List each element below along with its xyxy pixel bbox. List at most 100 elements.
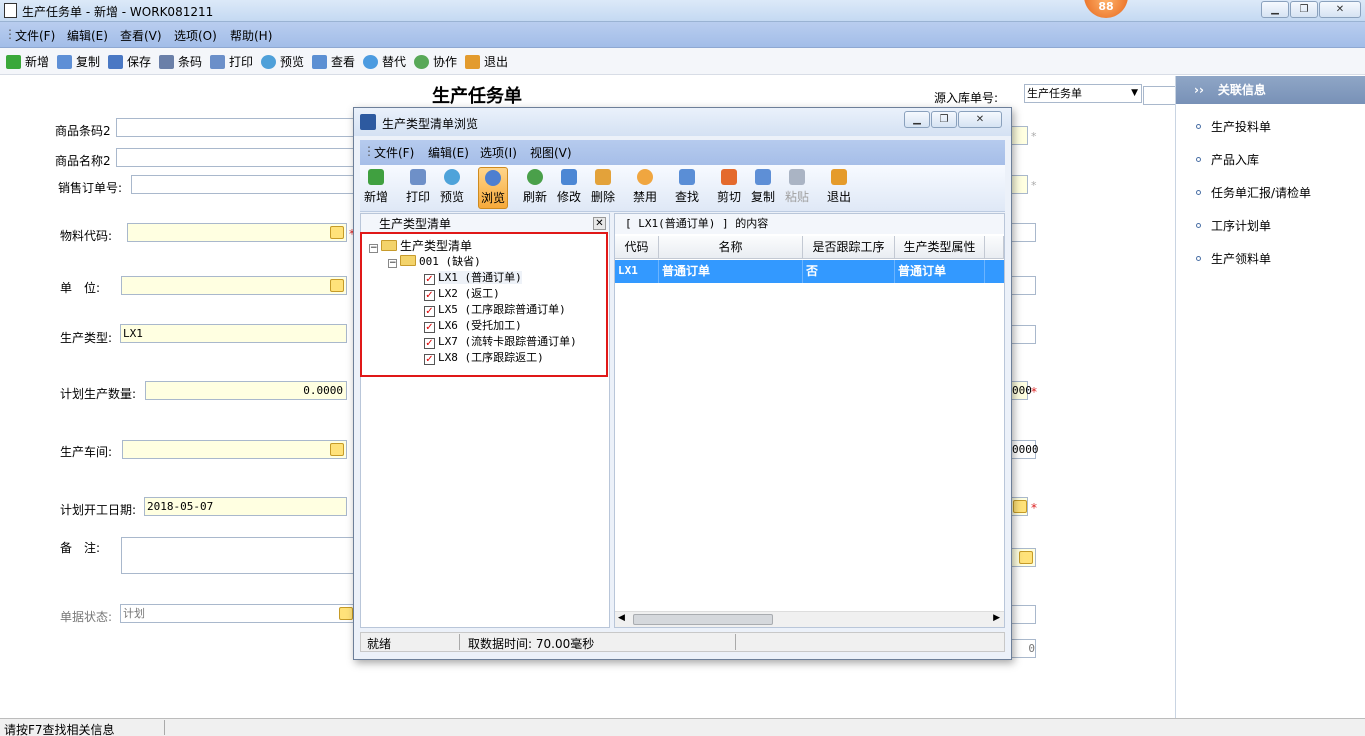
lookup-icon[interactable] <box>330 226 344 239</box>
material-code-input[interactable] <box>127 223 347 242</box>
right-field-4[interactable] <box>1012 276 1036 295</box>
right-qty[interactable]: 000 <box>1012 381 1032 400</box>
highlight-frame <box>360 232 608 377</box>
plan-start-input[interactable]: 2018-05-07 <box>144 497 347 516</box>
related-info-panel: ›› 关联信息 生产投料单 产品入库 任务单汇报/请检单 工序计划单 生产领料单 <box>1175 76 1365 718</box>
source-select[interactable]: 生产任务单 ▼ <box>1024 84 1142 103</box>
dialog-disable-button[interactable]: 禁用 <box>630 167 660 209</box>
side-link-stock-in[interactable]: 产品入库 <box>1196 151 1259 168</box>
right-field-7[interactable] <box>1012 605 1036 624</box>
score-badge[interactable]: 88 <box>1084 0 1128 18</box>
tree-close-icon[interactable]: ✕ <box>593 217 606 230</box>
right-zero[interactable]: 0 <box>1012 639 1036 658</box>
copy-icon <box>755 169 771 185</box>
grid-caption: [ LX1(普通订单) ] 的内容 <box>615 214 1004 234</box>
side-link-picking[interactable]: 生产领料单 <box>1196 250 1271 267</box>
right-field-1[interactable] <box>1012 126 1028 145</box>
cell-track[interactable]: 否 <box>803 260 895 283</box>
dialog-title-bar: 生产类型清单浏览 ▁ ❐ ✕ <box>354 108 1011 136</box>
right-qty2[interactable]: 0000 <box>1012 440 1039 459</box>
menu-edit[interactable]: 编辑(E) <box>67 27 108 44</box>
col-header-name[interactable]: 名称 <box>659 236 803 259</box>
cell-code[interactable]: LX1 <box>615 260 659 283</box>
workshop-input[interactable] <box>122 440 347 459</box>
side-link-feed[interactable]: 生产投料单 <box>1196 118 1271 135</box>
cell-name[interactable]: 普通订单 <box>659 260 803 283</box>
remark-input[interactable] <box>121 537 354 574</box>
copy-button[interactable]: 复制 <box>57 54 100 70</box>
cell-attr[interactable]: 普通订单 <box>895 260 985 283</box>
close-icon[interactable]: ✕ <box>1319 1 1361 18</box>
related-info-header[interactable]: ›› 关联信息 <box>1176 76 1365 104</box>
barcode-icon <box>159 55 174 69</box>
minimize-icon[interactable]: ▁ <box>1261 1 1289 18</box>
dialog-delete-button[interactable]: 删除 <box>588 167 618 209</box>
barcode2-input[interactable] <box>116 118 356 137</box>
col-header-code[interactable]: 代码 <box>615 236 659 259</box>
side-link-process-plan[interactable]: 工序计划单 <box>1196 217 1271 234</box>
col-header-track[interactable]: 是否跟踪工序 <box>803 236 895 259</box>
dialog-menu-edit[interactable]: 编辑(E) <box>428 144 469 161</box>
dialog-close-icon[interactable]: ✕ <box>958 111 1002 128</box>
prod-type-input[interactable]: LX1 <box>120 324 347 343</box>
view-button[interactable]: 查看 <box>312 54 355 70</box>
grid-pane: [ LX1(普通订单) ] 的内容 代码 名称 是否跟踪工序 生产类型属性 LX… <box>614 213 1005 628</box>
right-field-6[interactable] <box>1012 548 1036 567</box>
exit-button[interactable]: 退出 <box>465 54 508 70</box>
status-bar: 请按F7查找相关信息 <box>0 718 1365 736</box>
plan-qty-input[interactable]: 0.0000 <box>145 381 347 400</box>
dialog-find-button[interactable]: 查找 <box>672 167 702 209</box>
right-field-5[interactable] <box>1012 325 1036 344</box>
col-header-attr[interactable]: 生产类型属性 <box>895 236 985 259</box>
menu-options[interactable]: 选项(O) <box>174 27 217 44</box>
collab-button[interactable]: 协作 <box>414 54 457 70</box>
dialog-restore-icon[interactable]: ❐ <box>931 111 957 128</box>
dialog-menu-file[interactable]: 文件(F) <box>374 144 414 161</box>
lookup-icon[interactable] <box>1019 551 1033 564</box>
dialog-copy-button[interactable]: 复制 <box>748 167 778 209</box>
lookup-icon[interactable] <box>330 443 344 456</box>
dialog-menu-view[interactable]: 视图(V) <box>530 144 572 161</box>
sales-order-input[interactable] <box>131 175 356 194</box>
horizontal-scrollbar[interactable]: ◀ ▶ <box>615 611 1004 627</box>
right-field-2[interactable] <box>1012 175 1028 194</box>
chevron-down-icon[interactable]: ▼ <box>1131 85 1138 102</box>
restore-icon[interactable]: ❐ <box>1290 1 1318 18</box>
refresh-icon <box>527 169 543 185</box>
print-button[interactable]: 打印 <box>210 54 253 70</box>
scroll-left-icon[interactable]: ◀ <box>618 613 625 623</box>
lookup-icon[interactable] <box>339 607 353 620</box>
save-button[interactable]: 保存 <box>108 54 151 70</box>
right-date-field[interactable] <box>1012 497 1028 516</box>
menu-view[interactable]: 查看(V) <box>120 27 162 44</box>
scroll-right-icon[interactable]: ▶ <box>993 613 1000 623</box>
dialog-print-button[interactable]: 打印 <box>403 167 433 209</box>
app-doc-icon <box>4 3 17 18</box>
dialog-minimize-icon[interactable]: ▁ <box>904 111 930 128</box>
name2-input[interactable] <box>116 148 356 167</box>
dialog-browse-button[interactable]: 浏览 <box>478 167 508 209</box>
dialog-exit-button[interactable]: 退出 <box>824 167 854 209</box>
dialog-refresh-button[interactable]: 刷新 <box>520 167 550 209</box>
scroll-thumb[interactable] <box>633 614 773 625</box>
right-field-3[interactable] <box>1012 223 1036 242</box>
preview-button[interactable]: 预览 <box>261 54 304 70</box>
replace-button[interactable]: 替代 <box>363 54 406 70</box>
dialog-preview-button[interactable]: 预览 <box>437 167 467 209</box>
menu-file[interactable]: 文件(F) <box>15 27 55 44</box>
dialog-status-time: 取数据时间: 70.00毫秒 <box>468 637 595 651</box>
new-button[interactable]: 新增 <box>6 54 49 70</box>
dialog-new-button[interactable]: 新增 <box>361 167 391 209</box>
lookup-icon[interactable] <box>1013 500 1027 513</box>
cell-filler <box>985 260 1004 283</box>
kingdee-logo-icon <box>360 114 376 130</box>
menu-help[interactable]: 帮助(H) <box>230 27 272 44</box>
side-link-report[interactable]: 任务单汇报/请检单 <box>1196 184 1311 201</box>
dialog-edit-button[interactable]: 修改 <box>554 167 584 209</box>
dialog-menu-options[interactable]: 选项(I) <box>480 144 517 161</box>
barcode-button[interactable]: 条码 <box>159 54 202 70</box>
lookup-icon[interactable] <box>330 279 344 292</box>
plan-start-label: 计划开工日期: <box>60 503 137 517</box>
dialog-cut-button[interactable]: 剪切 <box>714 167 744 209</box>
unit-input[interactable] <box>121 276 347 295</box>
